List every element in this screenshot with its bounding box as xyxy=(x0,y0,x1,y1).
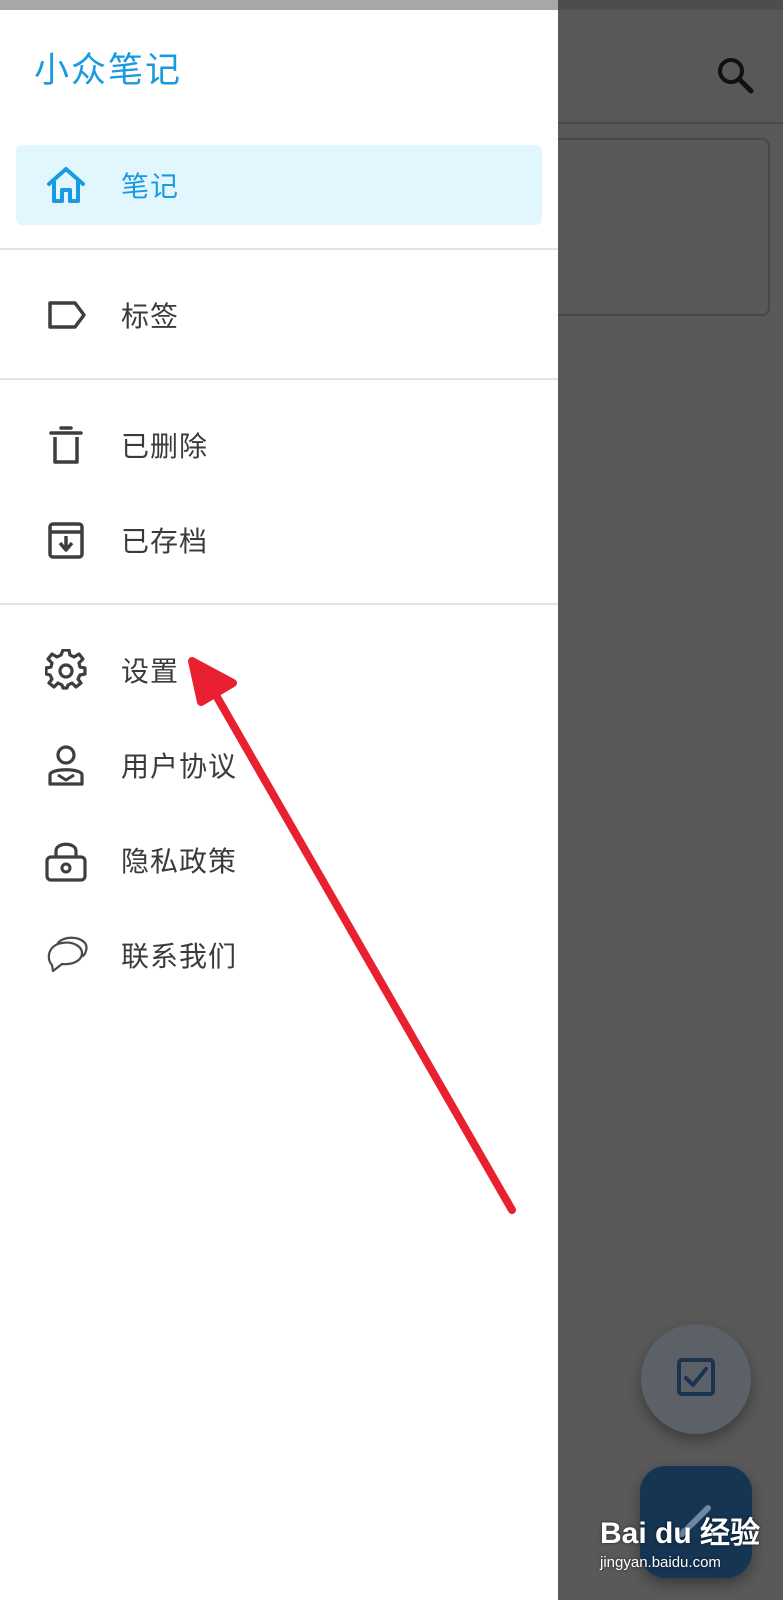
drawer-item-label: 标签 xyxy=(121,300,180,333)
home-icon xyxy=(44,163,88,207)
divider xyxy=(0,378,558,380)
lock-icon xyxy=(44,838,88,882)
drawer-item-label: 隐私政策 xyxy=(121,845,238,878)
drawer-item-privacy-policy[interactable]: 隐私政策 xyxy=(16,820,542,900)
user-agreement-icon xyxy=(44,743,88,787)
drawer-item-label: 用户协议 xyxy=(121,750,238,783)
watermark-url: jingyan.baidu.com xyxy=(600,1554,721,1571)
drawer-item-archived[interactable]: 已存档 xyxy=(16,500,542,580)
drawer-item-user-agreement[interactable]: 用户协议 xyxy=(16,725,542,805)
drawer-item-settings[interactable]: 设置 xyxy=(16,630,542,710)
drawer-item-label: 笔记 xyxy=(121,170,180,203)
chat-bubbles-icon xyxy=(44,933,88,977)
trash-icon xyxy=(44,423,88,467)
drawer-item-labels[interactable]: 标签 xyxy=(16,275,542,355)
drawer-item-notes[interactable]: 笔记 xyxy=(16,145,542,225)
drawer-item-deleted[interactable]: 已删除 xyxy=(16,405,542,485)
label-icon xyxy=(44,293,88,337)
drawer-item-label: 已存档 xyxy=(121,525,209,558)
drawer-item-label: 联系我们 xyxy=(121,940,238,973)
app-title: 小众笔记 xyxy=(34,51,183,91)
new-checklist-button[interactable] xyxy=(641,1324,751,1434)
drawer-item-label: 设置 xyxy=(121,655,180,688)
drawer-item-contact-us[interactable]: 联系我们 xyxy=(16,915,542,995)
baidu-watermark: Bai du 经验 jingyan.baidu.com xyxy=(600,1508,780,1588)
gear-icon xyxy=(44,648,88,692)
archive-icon xyxy=(44,518,88,562)
divider xyxy=(0,603,558,605)
divider xyxy=(0,248,558,250)
drawer-status-bar xyxy=(0,0,558,10)
drawer-item-label: 已删除 xyxy=(121,430,209,463)
checkbox-icon xyxy=(676,1357,716,1401)
search-icon[interactable] xyxy=(715,55,755,95)
navigation-drawer: 小众笔记 笔记 标签 已删除 已存档 设置 用户协议 隐私政策 联系我们 xyxy=(0,0,558,1600)
watermark-logo: Bai du 经验 xyxy=(600,1517,761,1550)
